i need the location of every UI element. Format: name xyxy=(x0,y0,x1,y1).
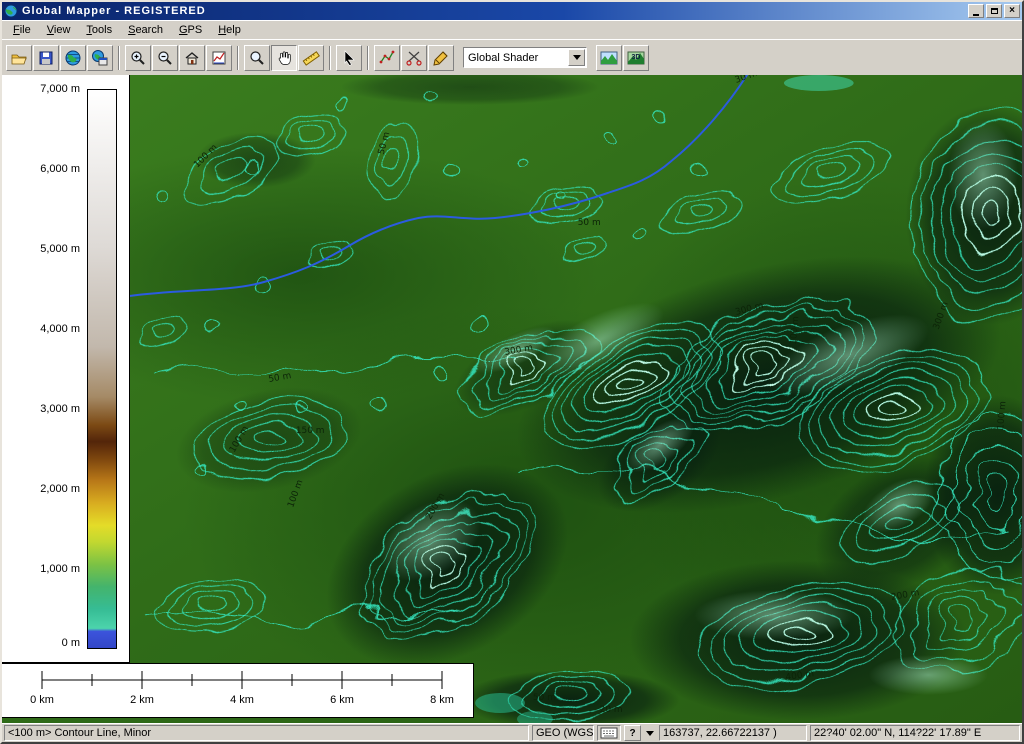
legend-tick: 6,000 m xyxy=(2,163,80,175)
menu-view[interactable]: View xyxy=(40,22,78,38)
hand-icon xyxy=(275,49,293,67)
contour-label: 50 m xyxy=(578,218,601,228)
zoom-in-button[interactable] xyxy=(125,45,151,71)
minimize-button[interactable] xyxy=(968,4,984,18)
measure-tool-button[interactable] xyxy=(298,45,324,71)
toolbar: Global Shader 3D xyxy=(2,39,1022,75)
toolbar-separator xyxy=(237,46,239,70)
restore-button[interactable] xyxy=(986,4,1002,18)
digitizer-tool-button[interactable] xyxy=(428,45,454,71)
status-hint: <100 m> Contour Line, Minor xyxy=(4,725,529,741)
folder-icon xyxy=(10,49,28,67)
legend-tick: 7,000 m xyxy=(2,83,80,95)
window-title: Global Mapper - REGISTERED xyxy=(22,5,964,17)
scale-ruler xyxy=(2,664,472,717)
elevation-legend: 7,000 m 6,000 m 5,000 m 4,000 m 3,000 m … xyxy=(2,75,130,663)
app-globe-icon xyxy=(4,4,18,18)
menu-search[interactable]: Search xyxy=(121,22,170,38)
shader-value: Global Shader xyxy=(464,52,568,64)
scale-label: 8 km xyxy=(430,694,454,706)
scissors-icon xyxy=(405,49,423,67)
help-button[interactable]: ? xyxy=(624,725,641,741)
zoom-out-icon xyxy=(156,49,174,67)
status-cursor-latlon: 22?40' 02.00" N, 114?22' 17.89" E xyxy=(810,725,1020,741)
show-3d-surface-button[interactable] xyxy=(596,45,622,71)
save-workspace-button[interactable] xyxy=(33,45,59,71)
legend-tick: 1,000 m xyxy=(2,563,80,575)
menu-help[interactable]: Help xyxy=(211,22,248,38)
status-cursor-xy: 163737, 22.66722137 ) xyxy=(659,725,807,741)
keyboard-shortcut-indicator[interactable] xyxy=(597,725,621,741)
legend-tick: 4,000 m xyxy=(2,323,80,335)
toolbar-separator xyxy=(367,46,369,70)
pointer-tool-button[interactable] xyxy=(336,45,362,71)
floppy-icon xyxy=(37,49,55,67)
home-icon xyxy=(183,49,201,67)
status-projection: GEO (WGS8 xyxy=(532,725,594,741)
legend-tick: 2,000 m xyxy=(2,483,80,495)
toolbar-separator xyxy=(118,46,120,70)
combo-dropdown-button[interactable] xyxy=(568,49,585,66)
zoom-tool-button[interactable] xyxy=(244,45,270,71)
chart-icon xyxy=(210,49,228,67)
online-data-button[interactable] xyxy=(60,45,86,71)
map-workarea: 30 m 100 m 50 m 50 m 50 m 150 m 100 m 10… xyxy=(2,75,1022,723)
globe-icon xyxy=(64,49,82,67)
keyboard-icon xyxy=(600,727,618,739)
contour-label: 150 m xyxy=(296,426,325,436)
close-button[interactable]: × xyxy=(1004,4,1020,18)
cursor-arrow-icon xyxy=(340,49,358,67)
globe-export-icon xyxy=(91,49,109,67)
terrain-icon xyxy=(599,49,619,67)
map-canvas[interactable]: 30 m 100 m 50 m 50 m 50 m 150 m 100 m 10… xyxy=(2,75,1022,723)
title-bar: Global Mapper - REGISTERED × xyxy=(2,2,1022,20)
menu-tools[interactable]: Tools xyxy=(79,22,119,38)
menu-file[interactable]: File xyxy=(6,22,38,38)
open-file-button[interactable] xyxy=(6,45,32,71)
zoom-in-icon xyxy=(129,49,147,67)
scale-label: 4 km xyxy=(230,694,254,706)
restore-icon xyxy=(991,8,998,14)
toolbar-separator xyxy=(329,46,331,70)
ruler-icon xyxy=(302,49,320,67)
path-profile-button[interactable] xyxy=(206,45,232,71)
scale-label: 6 km xyxy=(330,694,354,706)
cut-tool-button[interactable] xyxy=(401,45,427,71)
scale-label: 2 km xyxy=(130,694,154,706)
contour-label: 50 m xyxy=(533,693,556,703)
scale-label: 0 km xyxy=(30,694,54,706)
polyline-icon xyxy=(378,49,396,67)
legend-tick: 5,000 m xyxy=(2,243,80,255)
view-3d-button[interactable]: 3D xyxy=(623,45,649,71)
menu-gps[interactable]: GPS xyxy=(172,22,209,38)
scale-bar: 0 km 2 km 4 km 6 km 8 km xyxy=(2,663,474,718)
legend-tick: 0 m xyxy=(2,637,80,649)
feature-info-button[interactable] xyxy=(374,45,400,71)
pan-tool-button[interactable] xyxy=(271,45,297,71)
legend-tick: 3,000 m xyxy=(2,403,80,415)
chevron-down-icon xyxy=(573,55,581,60)
full-view-button[interactable] xyxy=(179,45,205,71)
threed-label: 3D xyxy=(632,54,641,61)
app-window: Global Mapper - REGISTERED × File View T… xyxy=(0,0,1024,744)
elevation-gradient-bar xyxy=(87,89,117,649)
shader-select[interactable]: Global Shader xyxy=(463,47,587,68)
pen-icon xyxy=(432,49,450,67)
export-button[interactable] xyxy=(87,45,113,71)
magnifier-icon xyxy=(248,49,266,67)
zoom-out-button[interactable] xyxy=(152,45,178,71)
status-bar: <100 m> Contour Line, Minor GEO (WGS8 ? … xyxy=(2,723,1022,742)
window-controls: × xyxy=(968,4,1020,18)
contour-label: 20 m xyxy=(600,705,623,715)
menu-bar: File View Tools Search GPS Help xyxy=(2,20,1022,39)
status-dropdown-arrow-icon[interactable] xyxy=(646,731,654,736)
minimize-icon xyxy=(973,14,979,16)
terrain-3d-icon: 3D xyxy=(626,49,646,67)
